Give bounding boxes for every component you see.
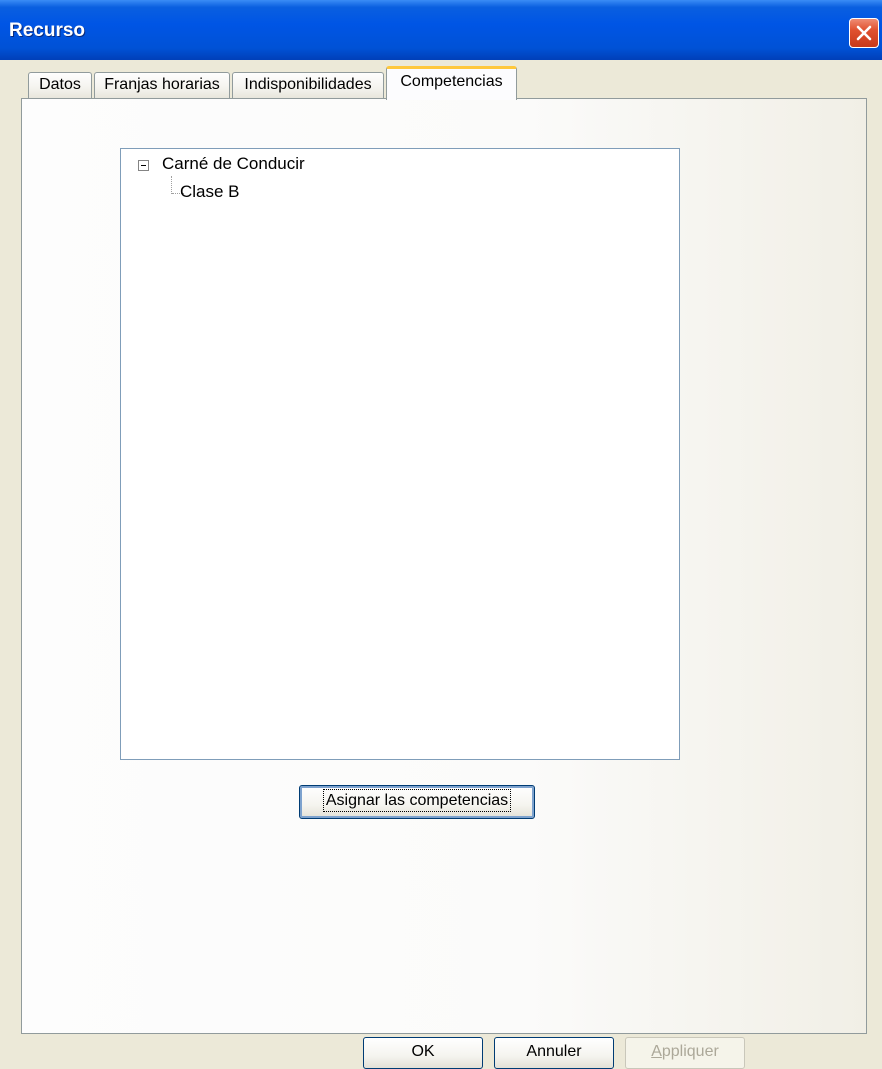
cancel-button[interactable]: Annuler: [494, 1037, 614, 1069]
apply-button[interactable]: Appliquer: [625, 1037, 745, 1069]
ok-button[interactable]: OK: [363, 1037, 483, 1069]
tree-node-root[interactable]: Carné de Conducir: [162, 154, 305, 174]
dialog-window: Recurso Datos Franjas horarias Indisponi…: [0, 0, 882, 1069]
tab-competencias[interactable]: Competencias: [386, 66, 517, 100]
apply-label-rest: ppliquer: [661, 1043, 719, 1060]
close-button[interactable]: [849, 18, 879, 48]
assign-button-label: Asignar las competencias: [322, 789, 512, 812]
close-icon: [856, 25, 872, 41]
apply-label-accel: A: [651, 1043, 662, 1060]
title-bar[interactable]: Recurso: [0, 0, 882, 60]
tree-node-child[interactable]: Clase B: [180, 182, 240, 202]
competencias-tree[interactable]: Carné de Conducir Clase B: [120, 148, 680, 760]
tab-datos[interactable]: Datos: [28, 72, 92, 98]
tab-franjas-horarias[interactable]: Franjas horarias: [94, 72, 230, 98]
tab-indisponibilidades[interactable]: Indisponibilidades: [232, 72, 384, 98]
window-title: Recurso: [9, 20, 86, 41]
collapse-icon[interactable]: [138, 160, 149, 171]
tree-connector-line: [171, 176, 172, 194]
assign-competencias-button[interactable]: Asignar las competencias: [299, 785, 535, 819]
